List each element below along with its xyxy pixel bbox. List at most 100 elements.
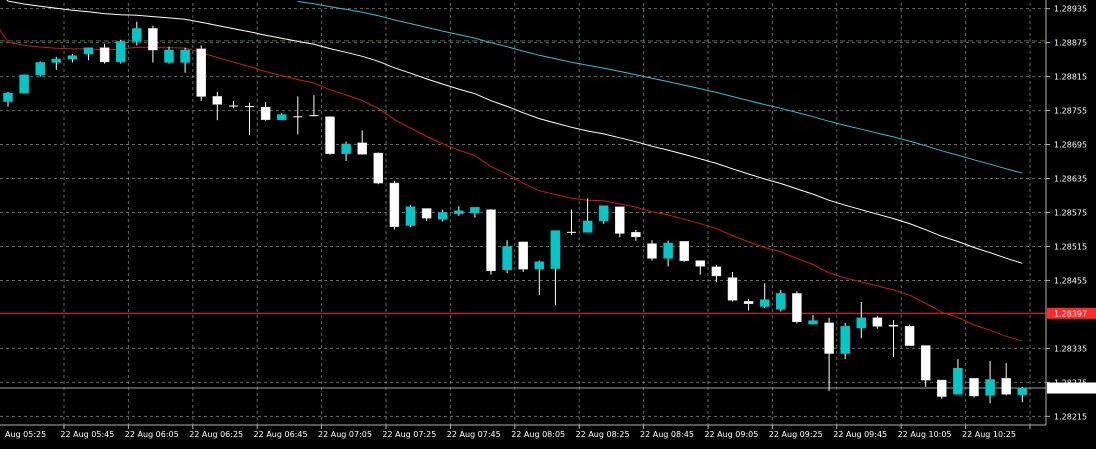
price-tick-label: 1.28335	[1054, 344, 1087, 353]
candle-bearish	[615, 206, 625, 238]
candle-bullish	[405, 205, 416, 228]
candle-body	[470, 207, 480, 214]
candle-body	[1017, 387, 1028, 396]
candle-body	[550, 230, 561, 269]
candle-body	[132, 28, 142, 42]
candle-body	[615, 206, 625, 234]
candle-body	[405, 206, 416, 226]
candle-bullish	[115, 39, 126, 64]
candle-body	[51, 58, 62, 63]
candle-body	[598, 205, 609, 222]
price-tick-label: 1.28695	[1054, 141, 1087, 150]
candle-bullish	[35, 61, 45, 77]
time-tick-label: 22 Aug 09:25	[769, 430, 823, 439]
candle-body	[824, 322, 834, 354]
candle-bearish	[389, 180, 400, 230]
price-tick-label: 1.28215	[1054, 412, 1087, 421]
candle-bearish	[792, 291, 802, 324]
candle-body	[260, 106, 271, 120]
red-level-tag-label: 1.28397	[1054, 309, 1087, 318]
candle-bullish	[840, 322, 850, 360]
candle-body	[808, 320, 818, 325]
candle-bearish	[518, 241, 528, 272]
candle-bearish	[325, 116, 335, 155]
price-tick-label: 1.28755	[1054, 107, 1087, 116]
candle-body	[679, 241, 689, 261]
time-tick-label: 22 Aug 10:25	[962, 430, 1016, 439]
candle-body	[502, 246, 512, 270]
candle-body	[454, 210, 464, 214]
candle-body	[341, 143, 351, 154]
candle-body	[1001, 378, 1011, 395]
price-tick-label: 1.28455	[1054, 276, 1087, 285]
time-tick-label: 22 Aug 05:45	[60, 430, 114, 439]
candle-body	[582, 220, 593, 233]
time-tick-label: 22 Aug 09:05	[704, 430, 758, 439]
time-tick-label: 22 Aug 07:25	[382, 430, 436, 439]
candle-body	[35, 62, 45, 76]
price-tick-label: 1.28935	[1054, 5, 1087, 14]
candle-body	[647, 243, 657, 259]
time-tick-label: 22 Aug 06:45	[254, 430, 308, 439]
candle-body	[920, 345, 931, 381]
time-tick-label: 22 Aug 10:05	[898, 430, 952, 439]
candle-body	[518, 241, 528, 270]
candle-bearish	[486, 209, 496, 275]
price-tick-label: 1.28815	[1054, 73, 1087, 82]
candle-body	[743, 301, 754, 304]
candle-bearish	[937, 379, 947, 399]
candle-body	[83, 47, 94, 55]
price-tick-label: 1.28635	[1054, 175, 1087, 184]
time-tick-label: 22 Aug 07:45	[447, 430, 501, 439]
candle-body	[357, 142, 367, 155]
candle-bearish	[904, 324, 915, 346]
candle-body	[196, 48, 206, 97]
candle-body	[985, 379, 995, 396]
candle-bullish	[776, 290, 786, 312]
candle-body	[115, 41, 126, 63]
time-tick-label: 22 Aug 08:25	[576, 430, 630, 439]
time-tick-label: Aug 05:25	[5, 430, 46, 439]
chart-background	[0, 0, 1096, 449]
candle-bearish	[373, 152, 384, 185]
candle-body	[486, 209, 496, 272]
candle-bullish	[276, 113, 287, 121]
candle-body	[437, 212, 448, 220]
candlestick-chart: 1.28935 1.28875 1.28815 1.28755 1.28695 1.286…	[0, 0, 1096, 449]
candle-body	[937, 379, 947, 397]
candle-body	[663, 242, 673, 259]
candle-body	[373, 152, 384, 184]
candle-body	[180, 49, 190, 63]
time-tick-label: 22 Aug 06:05	[125, 430, 179, 439]
candle-bearish	[196, 45, 206, 101]
candle-body	[212, 96, 223, 105]
price-tick-label: 1.28875	[1054, 39, 1087, 48]
candle-body	[67, 55, 78, 60]
candle-body	[3, 92, 13, 102]
candle-body	[856, 317, 867, 329]
candle-body	[792, 293, 802, 323]
candle-body	[19, 74, 29, 94]
candle-body	[711, 266, 722, 277]
candle-body	[99, 47, 110, 63]
price-tick-label: 1.28575	[1054, 209, 1087, 218]
candle-body	[872, 317, 883, 327]
candle-bullish	[19, 74, 29, 94]
time-tick-label: 22 Aug 09:45	[833, 430, 887, 439]
candle-body	[695, 260, 706, 267]
candle-body	[421, 208, 432, 219]
candle-bullish	[598, 205, 609, 224]
candle-body	[759, 299, 770, 307]
candle-body	[969, 378, 979, 397]
candle-body	[840, 326, 850, 354]
candle-bearish	[679, 241, 689, 262]
candle-body	[389, 182, 400, 227]
candle-body	[276, 114, 287, 120]
candle-body	[325, 116, 335, 154]
candle-body	[904, 326, 915, 346]
candle-body	[953, 367, 963, 395]
candle-body	[727, 277, 738, 301]
price-tick-label: 1.28515	[1054, 242, 1087, 251]
candle-body	[148, 28, 158, 51]
time-tick-label: 22 Aug 06:25	[189, 430, 243, 439]
